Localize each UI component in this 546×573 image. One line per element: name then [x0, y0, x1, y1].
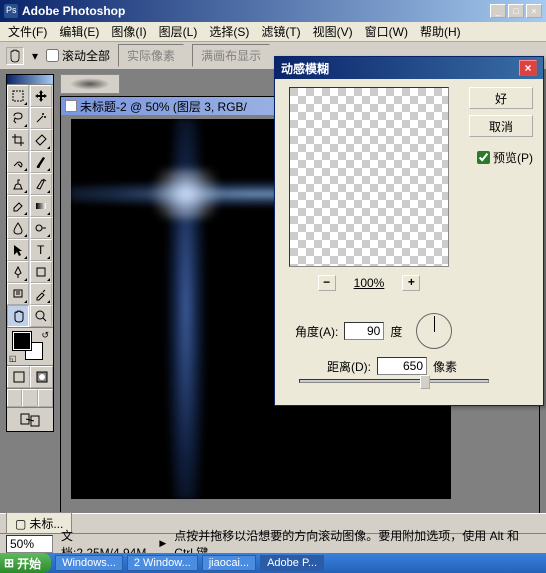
svg-text:T: T	[37, 243, 45, 257]
menu-help[interactable]: 帮助(H)	[414, 21, 467, 42]
filter-preview[interactable]	[289, 87, 449, 267]
blur-tool[interactable]	[7, 217, 29, 239]
menubar: 文件(F) 编辑(E) 图像(I) 图层(L) 选择(S) 滤镜(T) 视图(V…	[0, 22, 546, 42]
zoom-tool[interactable]	[30, 305, 52, 327]
toolbox: T ↺ ◱	[6, 74, 54, 432]
notes-tool[interactable]	[7, 283, 29, 305]
brush-stroke-icon	[70, 78, 110, 90]
swap-colors-icon[interactable]: ↺	[41, 330, 49, 341]
document-title: 未标题-2 @ 50% (图层 3, RGB/	[80, 98, 247, 115]
menu-select[interactable]: 选择(S)	[203, 21, 255, 42]
status-dropdown-icon[interactable]: ▶	[159, 538, 166, 549]
app-title: Adobe Photoshop	[22, 4, 490, 18]
document-icon: ▢	[15, 517, 26, 531]
healing-brush-tool[interactable]	[7, 151, 29, 173]
quickmask-mode-button[interactable]	[30, 366, 53, 388]
screen-full-menubar-button[interactable]	[22, 389, 37, 407]
distance-label: 距离(D):	[327, 358, 371, 375]
zoom-in-button[interactable]: +	[402, 275, 420, 291]
menu-filter[interactable]: 滤镜(T)	[255, 21, 306, 42]
color-swatches: ↺ ◱	[7, 327, 53, 365]
fit-screen-button[interactable]: 满画布显示	[192, 44, 270, 67]
angle-input[interactable]	[344, 322, 384, 340]
eyedropper-tool[interactable]	[30, 283, 52, 305]
slice-tool[interactable]	[30, 129, 52, 151]
foreground-color-swatch[interactable]	[13, 332, 31, 350]
screen-standard-button[interactable]	[7, 389, 22, 407]
dialog-close-button[interactable]: ×	[519, 60, 537, 76]
screen-full-button[interactable]	[38, 389, 53, 407]
shape-tool[interactable]	[30, 261, 52, 283]
zoom-level: 100%	[354, 276, 385, 290]
photoshop-icon	[4, 4, 18, 18]
maximize-button[interactable]: □	[508, 4, 524, 18]
taskbar-item-0[interactable]: Windows...	[55, 555, 123, 571]
magic-wand-tool[interactable]	[30, 107, 52, 129]
motion-blur-dialog: 动感模糊 × − 100% + 好 取消 预览(P) 角度(A): 度 距离(D…	[274, 56, 544, 406]
app-close-button[interactable]: ×	[526, 4, 542, 18]
gradient-tool[interactable]	[30, 195, 52, 217]
menu-image[interactable]: 图像(I)	[105, 21, 152, 42]
statusbar: 50% 文档:2.25M/4.94M ▶ 点按并拖移以沿想要的方向滚动图像。要用…	[0, 533, 546, 553]
angle-unit: 度	[390, 323, 402, 340]
slider-thumb[interactable]	[420, 375, 430, 389]
actual-pixels-button[interactable]: 实际像素	[118, 44, 184, 67]
dialog-titlebar[interactable]: 动感模糊 ×	[275, 57, 543, 79]
preview-checkbox[interactable]	[477, 151, 490, 164]
taskbar-item-2[interactable]: jiaocai...	[202, 555, 256, 571]
document-icon	[65, 100, 77, 112]
scroll-all-option[interactable]: 滚动全部	[46, 47, 110, 64]
history-brush-tool[interactable]	[30, 173, 52, 195]
dialog-title: 动感模糊	[281, 60, 519, 77]
app-titlebar: Adobe Photoshop _ □ ×	[0, 0, 546, 22]
distance-slider[interactable]	[299, 379, 489, 383]
path-selection-tool[interactable]	[7, 239, 29, 261]
type-tool[interactable]: T	[30, 239, 52, 261]
pen-tool[interactable]	[7, 261, 29, 283]
dodge-tool[interactable]	[30, 217, 52, 239]
zoom-out-button[interactable]: −	[318, 275, 336, 291]
menu-edit[interactable]: 编辑(E)	[53, 21, 105, 42]
menu-window[interactable]: 窗口(W)	[359, 21, 414, 42]
move-tool[interactable]	[30, 85, 52, 107]
hand-tool[interactable]	[7, 305, 29, 327]
artwork-center-glow	[141, 169, 231, 219]
menu-layer[interactable]: 图层(L)	[153, 21, 204, 42]
preview-checkbox-label[interactable]: 预览(P)	[477, 149, 533, 166]
taskbar-item-1[interactable]: 2 Window...	[127, 555, 198, 571]
windows-logo-icon: ⊞	[4, 556, 14, 570]
lasso-tool[interactable]	[7, 107, 29, 129]
tool-dropdown-icon[interactable]: ▾	[32, 49, 38, 63]
marquee-tool[interactable]	[7, 85, 29, 107]
distance-input[interactable]	[377, 357, 427, 375]
default-colors-icon[interactable]: ◱	[9, 354, 17, 363]
eraser-tool[interactable]	[7, 195, 29, 217]
clone-stamp-tool[interactable]	[7, 173, 29, 195]
menu-file[interactable]: 文件(F)	[2, 21, 53, 42]
cancel-button[interactable]: 取消	[469, 115, 533, 137]
start-button[interactable]: ⊞ 开始	[0, 553, 51, 573]
angle-dial[interactable]	[416, 313, 452, 349]
ok-button[interactable]: 好	[469, 87, 533, 109]
minimize-button[interactable]: _	[490, 4, 506, 18]
distance-unit: 像素	[433, 358, 457, 375]
zoom-field[interactable]: 50%	[6, 535, 53, 553]
angle-label: 角度(A):	[295, 323, 338, 340]
toolbox-titlebar[interactable]	[7, 75, 53, 85]
taskbar-item-3[interactable]: Adobe P...	[260, 555, 324, 571]
menu-view[interactable]: 视图(V)	[307, 21, 359, 42]
standard-mode-button[interactable]	[7, 366, 30, 388]
jump-to-imageready-button[interactable]	[7, 407, 53, 431]
brush-preview-panel	[60, 74, 120, 94]
hand-tool-icon[interactable]	[6, 47, 24, 65]
scroll-all-checkbox[interactable]	[46, 49, 59, 62]
brush-tool[interactable]	[30, 151, 52, 173]
crop-tool[interactable]	[7, 129, 29, 151]
windows-taskbar: ⊞ 开始 Windows... 2 Window... jiaocai... A…	[0, 553, 546, 573]
